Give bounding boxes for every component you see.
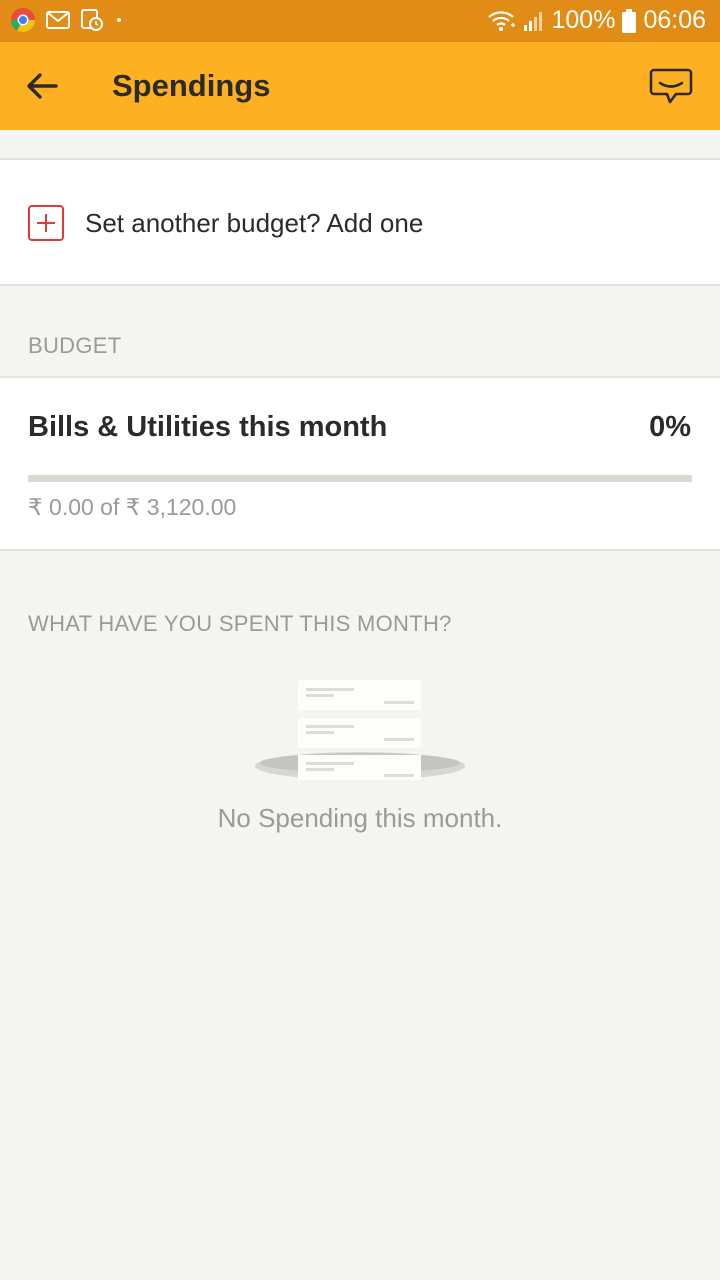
screen-recorder-icon [81, 9, 103, 31]
chat-button[interactable] [648, 64, 694, 110]
budget-card[interactable]: Bills & Utilities this month 0% ₹ 0.00 o… [0, 376, 720, 551]
status-icons-left [10, 7, 124, 33]
signal-icon [524, 11, 543, 31]
budget-percent: 0% [649, 411, 691, 443]
chrome-icon [10, 8, 35, 33]
status-bar: 100% 06:06 [0, 0, 720, 42]
spent-section-header: WHAT HAVE YOU SPENT THIS MONTH? [28, 611, 452, 636]
battery-percent: 100% [551, 6, 616, 34]
add-budget-row[interactable]: Set another budget? Add one [0, 158, 720, 286]
add-budget-label: Set another budget? Add one [85, 208, 424, 238]
add-icon [28, 205, 64, 241]
chat-icon [649, 68, 693, 104]
wifi-icon [488, 10, 516, 31]
gmail-icon [46, 11, 70, 29]
budget-progress-bar [28, 475, 692, 482]
back-button[interactable] [22, 64, 66, 108]
empty-spending-message: No Spending this month. [217, 803, 503, 833]
status-icons-right: 100% 06:06 [487, 6, 706, 35]
page-title: Spendings [112, 68, 271, 103]
budget-section-header: BUDGET [28, 333, 122, 358]
empty-receipts-illustration [250, 672, 470, 788]
dot-icon [117, 18, 121, 22]
back-arrow-icon [27, 73, 58, 99]
budget-name: Bills & Utilities this month [28, 411, 388, 443]
app-bar: Spendings [0, 42, 720, 130]
clock: 06:06 [643, 6, 706, 34]
budget-amount: ₹ 0.00 of ₹ 3,120.00 [28, 494, 237, 520]
battery-icon [622, 8, 637, 33]
